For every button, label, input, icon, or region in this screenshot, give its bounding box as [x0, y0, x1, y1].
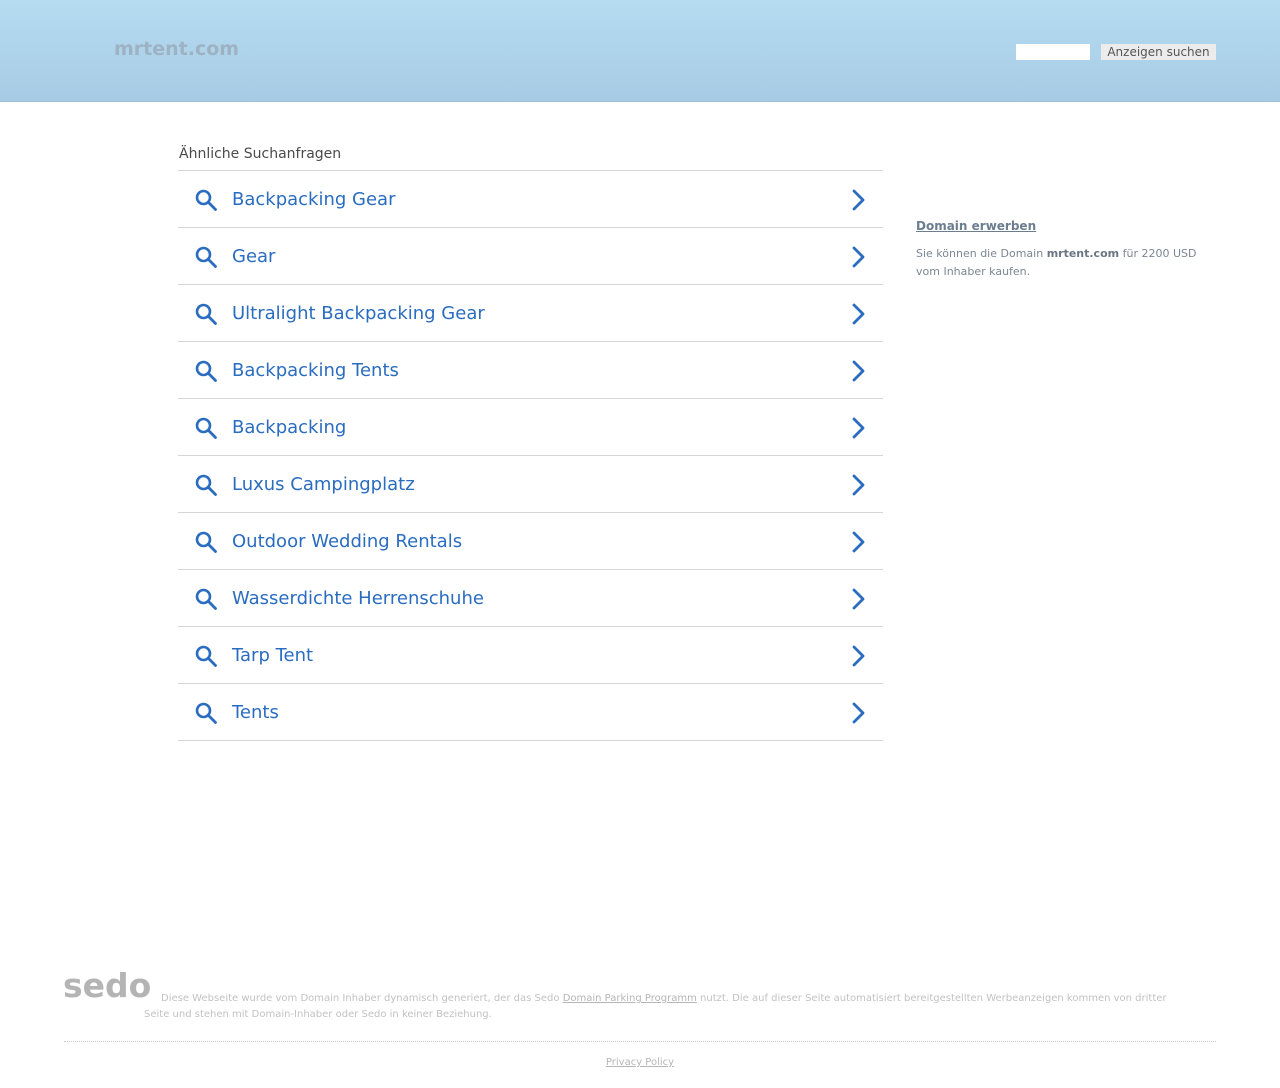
domain-offer-text: Sie können die Domain mrtent.com für 220… [916, 245, 1216, 281]
domain-parking-link[interactable]: Domain Parking Programm [563, 993, 697, 1004]
list-item[interactable]: Backpacking [178, 399, 883, 456]
search-icon [194, 701, 218, 725]
chevron-right-icon [846, 530, 870, 554]
disclaimer-text-start: Diese Webseite wurde vom Domain Inhaber … [161, 993, 563, 1004]
chevron-right-icon [846, 359, 870, 383]
footer-divider [64, 1041, 1216, 1042]
related-searches-list: Backpacking Gear Gear Ultralight Backpacki… [178, 170, 883, 741]
list-item-label[interactable]: Gear [232, 246, 275, 268]
search-icon [194, 644, 218, 668]
offer-domain-name: mrtent.com [1046, 247, 1120, 260]
list-item[interactable]: Luxus Campingplatz [178, 456, 883, 513]
search-icon [194, 587, 218, 611]
sedo-logo: sedo [63, 966, 152, 1005]
search-icon [194, 416, 218, 440]
chevron-right-icon [846, 644, 870, 668]
list-item[interactable]: Gear [178, 228, 883, 285]
list-item-label[interactable]: Backpacking Tents [232, 360, 399, 382]
list-item[interactable]: Tarp Tent [178, 627, 883, 684]
search-input[interactable] [1016, 44, 1090, 60]
list-item[interactable]: Outdoor Wedding Rentals [178, 513, 883, 570]
chevron-right-icon [846, 188, 870, 212]
offer-text-start: Sie können die Domain [916, 247, 1047, 260]
chevron-right-icon [846, 473, 870, 497]
list-item-label[interactable]: Ultralight Backpacking Gear [232, 303, 485, 325]
search-icon [194, 359, 218, 383]
parking-disclaimer: Diese Webseite wurde vom Domain Inhaber … [144, 991, 1184, 1023]
chevron-right-icon [846, 302, 870, 326]
search-icon [194, 530, 218, 554]
site-logo[interactable]: mrtent.com [114, 38, 239, 60]
list-item-label[interactable]: Tarp Tent [232, 645, 313, 667]
header-bar: mrtent.com Anzeigen suchen [0, 0, 1280, 102]
list-item[interactable]: Backpacking Tents [178, 342, 883, 399]
list-item[interactable]: Tents [178, 684, 883, 741]
search-icon [194, 302, 218, 326]
buy-domain-link[interactable]: Domain erwerben [916, 219, 1036, 233]
chevron-right-icon [846, 701, 870, 725]
chevron-right-icon [846, 587, 870, 611]
chevron-right-icon [846, 245, 870, 269]
list-item-label[interactable]: Tents [232, 702, 279, 724]
related-searches-title: Ähnliche Suchanfragen [179, 146, 342, 162]
list-item[interactable]: Ultralight Backpacking Gear [178, 285, 883, 342]
privacy-policy-link[interactable]: Privacy Policy [606, 1057, 674, 1068]
list-item-label[interactable]: Wasserdichte Herrenschuhe [232, 588, 484, 610]
search-icon [194, 473, 218, 497]
list-item[interactable]: Backpacking Gear [178, 171, 883, 228]
list-item-label[interactable]: Backpacking Gear [232, 189, 396, 211]
search-icon [194, 188, 218, 212]
search-icon [194, 245, 218, 269]
chevron-right-icon [846, 416, 870, 440]
list-item[interactable]: Wasserdichte Herrenschuhe [178, 570, 883, 627]
privacy-policy-row: Privacy Policy [0, 1057, 1280, 1068]
search-ads-button[interactable]: Anzeigen suchen [1101, 44, 1216, 60]
list-item-label[interactable]: Outdoor Wedding Rentals [232, 531, 462, 553]
list-item-label[interactable]: Luxus Campingplatz [232, 474, 415, 496]
list-item-label[interactable]: Backpacking [232, 417, 346, 439]
